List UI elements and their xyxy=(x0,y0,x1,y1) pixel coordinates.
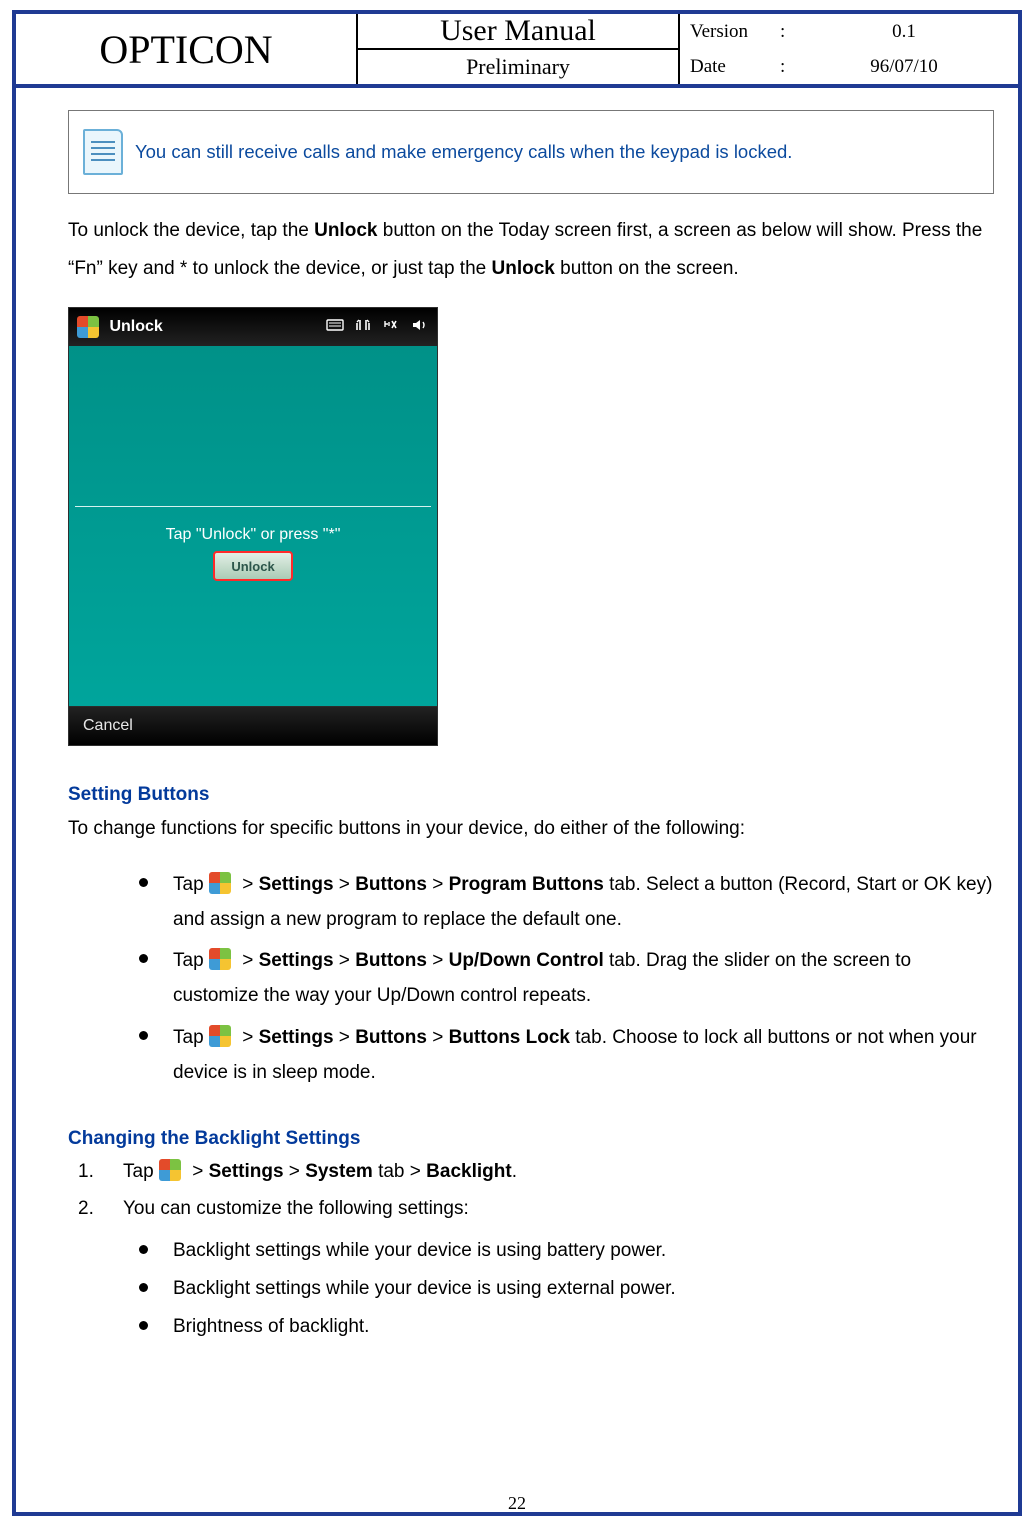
brand-cell: OPTICON xyxy=(16,14,358,84)
setting-buttons-heading: Setting Buttons xyxy=(68,784,994,806)
colon: : xyxy=(780,56,800,78)
list-item: Tap > Settings > Buttons > Up/Down Contr… xyxy=(173,943,994,1013)
unlock-paragraph: To unlock the device, tap the Unlock but… xyxy=(68,212,994,288)
screenshot-body: Tap "Unlock" or press "*" Unlock xyxy=(69,346,437,706)
unlock-button[interactable]: Unlock xyxy=(213,551,293,581)
doc-subtitle: Preliminary xyxy=(466,54,570,80)
start-icon xyxy=(159,1159,181,1181)
list-item: Backlight settings while your device is … xyxy=(173,1270,994,1308)
date-value: 96/07/10 xyxy=(800,56,1018,78)
unlock-hint-text: Tap "Unlock" or press "*" xyxy=(69,526,437,544)
version-value: 0.1 xyxy=(800,21,1018,43)
list-item: Tap > Settings > Buttons > Buttons Lock … xyxy=(173,1020,994,1090)
backlight-sublist: Backlight settings while your device is … xyxy=(123,1232,994,1346)
divider-line xyxy=(75,506,431,507)
start-icon xyxy=(209,948,231,970)
start-icon xyxy=(77,316,99,338)
connectivity-icon xyxy=(354,317,372,333)
screenshot-softkeys: Cancel xyxy=(69,706,437,745)
doc-header: OPTICON User Manual Preliminary Version … xyxy=(12,10,1022,88)
backlight-steps: Tap > Settings > System tab > Backlight.… xyxy=(68,1154,994,1346)
list-item: Tap > Settings > System tab > Backlight. xyxy=(123,1154,994,1189)
device-screenshot: Unlock Tap "Unlock" or press "*" Unlock … xyxy=(68,307,438,746)
page-number: 22 xyxy=(0,1493,1034,1514)
status-icons xyxy=(320,317,429,338)
screenshot-title: Unlock xyxy=(77,316,163,338)
brand-text: OPTICON xyxy=(99,26,272,73)
colon: : xyxy=(780,21,800,43)
list-item: Brightness of backlight. xyxy=(173,1308,994,1346)
backlight-heading: Changing the Backlight Settings xyxy=(68,1128,994,1150)
cancel-softkey[interactable]: Cancel xyxy=(83,717,133,735)
note-text: You can still receive calls and make eme… xyxy=(135,141,792,163)
start-icon xyxy=(209,1025,231,1047)
screenshot-titlebar: Unlock xyxy=(69,308,437,346)
doc-title: User Manual xyxy=(440,14,596,48)
meta-cell: Version : 0.1 Date : 96/07/10 xyxy=(680,14,1018,84)
title-cell: User Manual Preliminary xyxy=(358,14,680,84)
signal-icon xyxy=(383,317,401,333)
setting-buttons-intro: To change functions for specific buttons… xyxy=(68,810,994,848)
list-item: You can customize the following settings… xyxy=(123,1191,994,1346)
note-callout: You can still receive calls and make eme… xyxy=(68,110,994,194)
list-item: Tap > Settings > Buttons > Program Butto… xyxy=(173,867,994,937)
list-item: Backlight settings while your device is … xyxy=(173,1232,994,1270)
keyboard-icon xyxy=(326,317,344,333)
setting-buttons-list: Tap > Settings > Buttons > Program Butto… xyxy=(68,867,994,1090)
date-label: Date xyxy=(680,56,780,78)
start-icon xyxy=(209,872,231,894)
version-label: Version xyxy=(680,21,780,43)
note-icon xyxy=(83,129,123,175)
speaker-icon xyxy=(411,317,429,333)
